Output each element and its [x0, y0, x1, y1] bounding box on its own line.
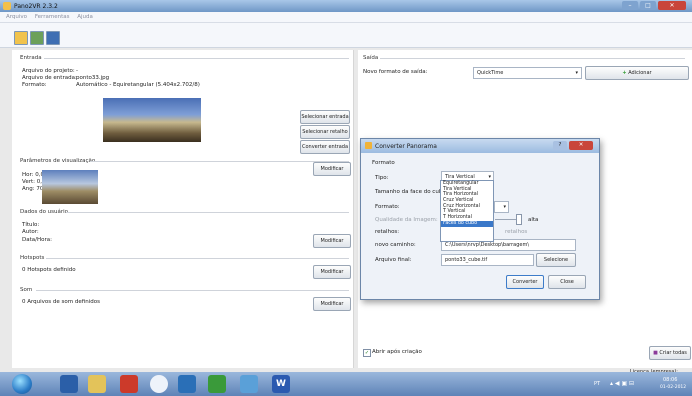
start-button[interactable] [12, 374, 32, 394]
menu-ajuda[interactable]: Ajuda [77, 14, 93, 20]
chevron-down-icon: ▾ [575, 70, 578, 76]
data-label: Data/Hora: [22, 237, 52, 243]
toolbar [0, 23, 692, 48]
params-title: Parâmetros de visualização [20, 158, 96, 164]
retalhos-label: retalhos: [375, 229, 400, 235]
help-button[interactable]: ? [553, 141, 567, 150]
output-format-value: QuickTime [477, 70, 504, 76]
explorer-icon[interactable] [88, 375, 106, 393]
abrir-apos-label: Abrir após criação [372, 349, 422, 355]
abrir-apos-checkbox[interactable]: ✓ [363, 349, 371, 357]
criar-todas-button[interactable]: ■ Criar todas [649, 346, 691, 360]
browser-icon[interactable] [150, 375, 168, 393]
formato-value: Automático - Equiretangular (5.404x2.702… [76, 82, 200, 88]
panorama-preview [103, 98, 201, 142]
clock-date: 01-02-2012 [660, 385, 687, 390]
window-icon[interactable] [240, 375, 258, 393]
hotspots-title: Hotspots [20, 255, 45, 261]
new-icon[interactable] [14, 31, 28, 45]
formato-group-title: Formato [372, 160, 395, 166]
dialog-close-action-button[interactable]: Close [548, 275, 586, 289]
tray-icons[interactable]: ▴ ◀ ▣ ⊟ [610, 380, 634, 387]
pano-app-icon[interactable] [208, 375, 226, 393]
hotspots-modificar-button[interactable]: Modificar [313, 265, 351, 279]
view-thumbnail [42, 170, 98, 204]
hor-value: Hor: 0,0 [22, 172, 45, 178]
params-modificar-button[interactable]: Modificar [313, 162, 351, 176]
retalhos-hint: retalhos [505, 229, 528, 235]
clock-time: 08:06 [663, 377, 678, 383]
output-format-select[interactable]: QuickTime ▾ [473, 67, 582, 79]
som-modificar-button[interactable]: Modificar [313, 297, 351, 311]
autor-label: Autor: [22, 229, 39, 235]
entrada-label: Arquivo de entrada: [22, 75, 77, 81]
dialog-app-icon [365, 142, 372, 149]
qualidade-label: Qualidade da Imagem: [375, 217, 438, 223]
window-title: Pano2VR 2.3.2 [14, 3, 58, 10]
formato-label: Formato: [22, 82, 47, 88]
converter-entrada-button[interactable]: Converter entrada [300, 140, 350, 154]
divider [380, 58, 685, 59]
dialog-title-bar: Converter Panorama ? ✕ [361, 139, 599, 153]
divider [44, 58, 349, 59]
formato-dialog-label: Formato: [375, 204, 400, 210]
app-icon [3, 2, 11, 10]
menu-arquivo[interactable]: Arquivo [6, 14, 27, 20]
formato-select[interactable]: ▾ [494, 201, 509, 213]
som-info: 0 Arquivos de som definidos [22, 299, 100, 305]
tamanho-label: Tamanho da face do cubo: [375, 189, 448, 195]
selecione-button[interactable]: Selecione [536, 253, 576, 267]
divider [90, 161, 349, 162]
tipo-label: Tipo: [375, 175, 389, 181]
dialog-close-button[interactable]: ✕ [569, 141, 593, 150]
title-bar: Pano2VR 2.3.2 – □ ✕ [0, 0, 692, 12]
titulo-label: Título: [22, 222, 40, 228]
minimize-button[interactable]: – [622, 1, 638, 10]
tipo-dropdown-list: Equiretangular Tira Vertical Tira Horizo… [440, 180, 494, 242]
language-indicator[interactable]: PT [594, 381, 600, 387]
save-icon[interactable] [46, 31, 60, 45]
arquivo-final-label: Arquivo final: [375, 257, 412, 263]
novo-caminho-label: novo caminho: [375, 242, 416, 248]
close-button[interactable]: ✕ [658, 1, 686, 10]
selecionar-entrada-button[interactable]: Selecionar entrada [300, 110, 350, 124]
qualidade-value: alta [528, 217, 539, 223]
open-icon[interactable] [30, 31, 44, 45]
divider [36, 290, 349, 291]
help-icon[interactable] [60, 375, 78, 393]
entrada-value: ponto33.jpg [76, 75, 110, 81]
novo-formato-label: Novo formato de saída: [363, 69, 428, 75]
create-icon: ■ [653, 350, 658, 356]
entrada-title: Entrada [20, 55, 42, 61]
media-icon[interactable] [178, 375, 196, 393]
taskbar: W PT ▴ ◀ ▣ ⊟ 08:06 01-02-2012 [0, 372, 692, 396]
dados-modificar-button[interactable]: Modificar [313, 234, 351, 248]
word-icon[interactable]: W [272, 375, 290, 393]
converter-button[interactable]: Converter [506, 275, 544, 289]
plus-icon: + [622, 70, 627, 76]
saida-title: Saída [363, 55, 379, 61]
menu-bar: Arquivo Ferramentas Ajuda [0, 12, 692, 23]
tool-icon[interactable] [120, 375, 138, 393]
arquivo-final-input[interactable]: ponto33_cube.tif [441, 254, 534, 266]
adicionar-label: Adicionar [628, 70, 652, 76]
dropdown-option-selected[interactable]: Faces do cubo [441, 220, 493, 227]
adicionar-button[interactable]: + Adicionar [585, 66, 689, 80]
dados-title: Dados do usuário [20, 209, 69, 215]
projeto-value: - [76, 68, 78, 74]
selecionar-retalho-button[interactable]: Selecionar retalho [300, 125, 350, 139]
criar-todas-label: Criar todas [659, 350, 687, 356]
divider [46, 258, 349, 259]
projeto-label: Arquivo do projeto: [22, 68, 75, 74]
dialog-title: Converter Panorama [375, 143, 437, 150]
menu-ferramentas[interactable]: Ferramentas [35, 14, 70, 20]
divider [66, 212, 349, 213]
hotspots-info: 0 Hotspots definido [22, 267, 76, 273]
qualidade-slider-thumb[interactable] [516, 214, 522, 225]
som-title: Som [20, 287, 33, 293]
maximize-button[interactable]: □ [640, 1, 656, 10]
chevron-down-icon: ▾ [503, 204, 506, 210]
